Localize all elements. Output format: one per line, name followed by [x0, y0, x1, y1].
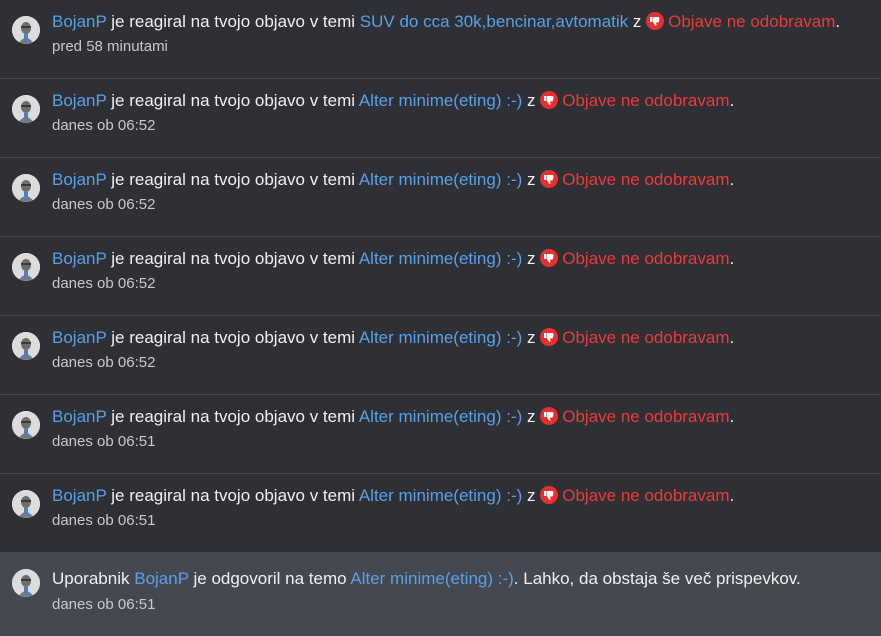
notification-text: BojanP je reagiral na tvojo objavo v tem…: [52, 406, 734, 428]
reaction-label: Objave ne odobravam: [562, 486, 730, 505]
user-avatar-icon[interactable]: [12, 253, 40, 281]
reply-notification-row[interactable]: Uporabnik BojanP je odgovoril na temo Al…: [0, 553, 881, 636]
topic-link[interactable]: SUV do cca 30k,bencinar,avtomatik: [360, 12, 628, 31]
user-avatar-icon[interactable]: [12, 174, 40, 202]
notification-row[interactable]: BojanP je reagiral na tvojo objavo v tem…: [0, 237, 881, 316]
notification-time: danes ob 06:52: [52, 196, 156, 213]
notification-row[interactable]: BojanP je reagiral na tvojo objavo v tem…: [0, 395, 881, 474]
user-link[interactable]: BojanP: [52, 12, 107, 31]
notification-time: danes ob 06:52: [52, 354, 156, 371]
topic-link[interactable]: Alter minime(eting) :-): [359, 170, 522, 189]
notification-time: danes ob 06:51: [52, 512, 156, 529]
action-text: je reagiral na tvojo objavo v temi: [111, 328, 356, 347]
thumbs-down-icon: [540, 91, 559, 109]
topic-link[interactable]: Alter minime(eting) :-): [359, 249, 522, 268]
notification-text: BojanP je reagiral na tvojo objavo v tem…: [52, 248, 734, 270]
connector-text: z: [632, 12, 642, 31]
end-punctuation: .: [729, 91, 735, 110]
user-link[interactable]: BojanP: [52, 486, 107, 505]
notification-text: BojanP je reagiral na tvojo objavo v tem…: [52, 169, 734, 191]
notification-time: danes ob 06:52: [52, 275, 156, 292]
action-text: je reagiral na tvojo objavo v temi: [111, 170, 356, 189]
notification-text: BojanP je reagiral na tvojo objavo v tem…: [52, 11, 840, 33]
user-link[interactable]: BojanP: [52, 170, 107, 189]
notification-time: danes ob 06:52: [52, 117, 156, 134]
connector-text: z: [527, 91, 536, 110]
reaction-label: Objave ne odobravam: [562, 91, 730, 110]
end-punctuation: .: [729, 407, 735, 426]
thumbs-down-icon: [646, 12, 665, 30]
end-punctuation: .: [729, 249, 735, 268]
notification-row[interactable]: BojanP je reagiral na tvojo objavo v tem…: [0, 316, 881, 395]
topic-link[interactable]: Alter minime(eting) :-): [359, 91, 522, 110]
end-punctuation: .: [729, 486, 735, 505]
prefix-text: Uporabnik: [52, 569, 130, 588]
reaction-label: Objave ne odobravam: [562, 328, 730, 347]
notification-list: BojanP je reagiral na tvojo objavo v tem…: [0, 0, 881, 636]
user-avatar-icon[interactable]: [12, 16, 40, 44]
thumbs-down-icon: [540, 170, 559, 188]
connector-text: z: [527, 486, 536, 505]
topic-link[interactable]: Alter minime(eting) :-): [359, 328, 522, 347]
user-link[interactable]: BojanP: [52, 249, 107, 268]
action-text: je reagiral na tvojo objavo v temi: [111, 486, 356, 505]
user-avatar-icon[interactable]: [12, 411, 40, 439]
topic-link[interactable]: Alter minime(eting) :-): [359, 486, 522, 505]
notification-time: danes ob 06:51: [52, 596, 156, 613]
connector-text: z: [527, 407, 536, 426]
notification-time: danes ob 06:51: [52, 433, 156, 450]
reaction-label: Objave ne odobravam: [562, 249, 730, 268]
notification-time: pred 58 minutami: [52, 38, 168, 55]
notification-text: BojanP je reagiral na tvojo objavo v tem…: [52, 90, 734, 112]
topic-link[interactable]: Alter minime(eting) :-): [359, 407, 522, 426]
user-avatar-icon[interactable]: [12, 95, 40, 123]
notification-text: BojanP je reagiral na tvojo objavo v tem…: [52, 485, 734, 507]
thumbs-down-icon: [540, 328, 559, 346]
user-link[interactable]: BojanP: [52, 407, 107, 426]
notification-text: Uporabnik BojanP je odgovoril na temo Al…: [52, 568, 801, 590]
user-avatar-icon[interactable]: [12, 569, 40, 597]
notification-row[interactable]: BojanP je reagiral na tvojo objavo v tem…: [0, 0, 881, 79]
end-punctuation: .: [729, 328, 735, 347]
rest-text: . Lahko, da obstaja še več prispevkov.: [513, 569, 801, 588]
end-punctuation: .: [729, 170, 735, 189]
thumbs-down-icon: [540, 407, 559, 425]
reaction-label: Objave ne odobravam: [668, 12, 836, 31]
user-link[interactable]: BojanP: [52, 91, 107, 110]
user-avatar-icon[interactable]: [12, 332, 40, 360]
connector-text: z: [527, 328, 536, 347]
action-text: je odgovoril na temo: [193, 569, 347, 588]
connector-text: z: [527, 249, 536, 268]
user-link[interactable]: BojanP: [134, 569, 189, 588]
action-text: je reagiral na tvojo objavo v temi: [111, 249, 356, 268]
thumbs-down-icon: [540, 249, 559, 267]
reaction-label: Objave ne odobravam: [562, 170, 730, 189]
action-text: je reagiral na tvojo objavo v temi: [111, 407, 356, 426]
notification-row[interactable]: BojanP je reagiral na tvojo objavo v tem…: [0, 474, 881, 553]
action-text: je reagiral na tvojo objavo v temi: [111, 91, 356, 110]
topic-link[interactable]: Alter minime(eting) :-): [350, 569, 513, 588]
user-link[interactable]: BojanP: [52, 328, 107, 347]
connector-text: z: [527, 170, 536, 189]
notification-row[interactable]: BojanP je reagiral na tvojo objavo v tem…: [0, 79, 881, 158]
reaction-label: Objave ne odobravam: [562, 407, 730, 426]
notification-text: BojanP je reagiral na tvojo objavo v tem…: [52, 327, 734, 349]
user-avatar-icon[interactable]: [12, 490, 40, 518]
thumbs-down-icon: [540, 486, 559, 504]
notification-row[interactable]: BojanP je reagiral na tvojo objavo v tem…: [0, 158, 881, 237]
end-punctuation: .: [835, 12, 841, 31]
action-text: je reagiral na tvojo objavo v temi: [111, 12, 356, 31]
